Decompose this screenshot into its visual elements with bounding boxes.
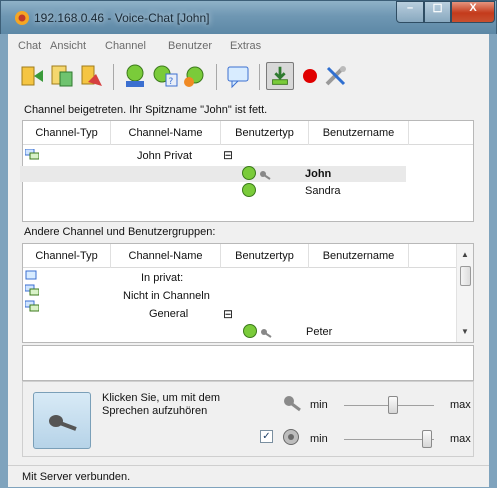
speaker-volume-slider[interactable] [344,439,434,440]
other-channels-label: Andere Channel und Benutzergruppen: [24,226,216,238]
create-channel-icon[interactable] [48,62,76,90]
user-speaking-icon [242,166,271,180]
microphone-icon [49,415,77,431]
vertical-scrollbar[interactable]: ▲ ▼ [456,244,473,342]
status-bar: Mit Server verbunden. [8,465,489,487]
speaker-enable-checkbox[interactable]: ✓ [260,430,273,443]
talk-button[interactable] [33,392,91,449]
username-peter[interactable]: Peter [306,326,332,338]
toolbar-separator [216,64,217,90]
join-channel-icon[interactable] [18,62,46,90]
menu-extras[interactable]: Extras [230,40,261,52]
username-sandra[interactable]: Sandra [305,185,340,197]
talk-instruction: Klicken Sie, um mit dem Sprechen aufzuhö… [102,392,220,417]
column-header[interactable]: Channel-Name [111,244,221,268]
mic-slider-thumb[interactable] [388,396,398,414]
mic-slider-max-label: max [450,399,471,411]
collapse-toggle-icon[interactable]: ⊟ [223,148,233,162]
other-channels-table[interactable]: Channel-Typ Channel-Name Benutzertyp Ben… [22,243,474,343]
microphone-volume-icon [284,396,301,412]
close-button[interactable]: X [451,1,495,23]
user-icon [242,183,256,197]
channel-name[interactable]: John Privat [137,150,192,162]
menu-ansicht[interactable]: Ansicht [50,40,86,52]
column-header[interactable]: Benutzername [309,244,409,268]
channel-general[interactable]: General [149,308,188,320]
column-header[interactable]: Benutzertyp [221,121,309,145]
download-icon[interactable] [266,62,294,90]
toolbar: ? [8,56,489,98]
table-header: Channel-Typ Channel-Name Benutzertyp Ben… [23,244,473,268]
menu-benutzer[interactable]: Benutzer [168,40,212,52]
username-john[interactable]: John [305,168,331,180]
scroll-thumb[interactable] [460,266,471,286]
svg-text:?: ? [169,77,174,87]
menu-bar: Chat Ansicht Channel Benutzer Extras [8,34,489,56]
collapse-toggle-icon[interactable]: ⊟ [223,307,233,321]
window-title: 192.168.0.46 - Voice-Chat [John] [34,11,210,25]
column-header[interactable]: Channel-Typ [23,121,111,145]
column-header[interactable]: Channel-Name [111,121,221,145]
table-header: Channel-Typ Channel-Name Benutzertyp Ben… [23,121,473,145]
scroll-up-icon[interactable]: ▲ [461,250,469,259]
speaker-volume-icon [283,429,299,445]
minimize-button[interactable]: – [396,1,424,23]
selected-user-row[interactable] [20,166,406,182]
connection-status: Mit Server verbunden. [22,471,131,483]
channel-not-in-channels[interactable]: Nicht in Channeln [123,290,210,302]
speaker-slider-max-label: max [450,433,471,445]
user-question-icon[interactable]: ? [151,62,179,90]
speaker-slider-min-label: min [310,433,328,445]
user-info-icon[interactable] [121,62,149,90]
tools-icon[interactable] [322,62,350,90]
speaker-slider-thumb[interactable] [421,430,432,448]
column-header[interactable]: Channel-Typ [23,244,111,268]
leave-channel-icon[interactable] [78,62,106,90]
column-header[interactable]: Benutzertyp [221,244,309,268]
record-icon[interactable] [296,62,324,90]
toolbar-separator [113,64,114,90]
menu-chat[interactable]: Chat [18,40,41,52]
user-speaking-icon [243,324,272,338]
mic-slider-min-label: min [310,399,328,411]
maximize-button[interactable]: ☐ [424,1,451,23]
chat-bubble-icon[interactable] [224,62,252,90]
chat-input[interactable] [22,345,474,381]
app-icon [15,11,29,25]
channel-type-icons [25,270,39,312]
toolbar-separator [259,64,260,90]
channel-in-privat[interactable]: In privat: [141,272,183,284]
scroll-down-icon[interactable]: ▼ [461,327,469,336]
join-status-text: Channel beigetreten. Ihr Spitzname "John… [24,104,268,116]
column-header[interactable]: Benutzername [309,121,409,145]
user-settings-icon[interactable] [181,62,209,90]
channel-chat-icon [25,149,39,160]
menu-channel[interactable]: Channel [105,40,146,52]
